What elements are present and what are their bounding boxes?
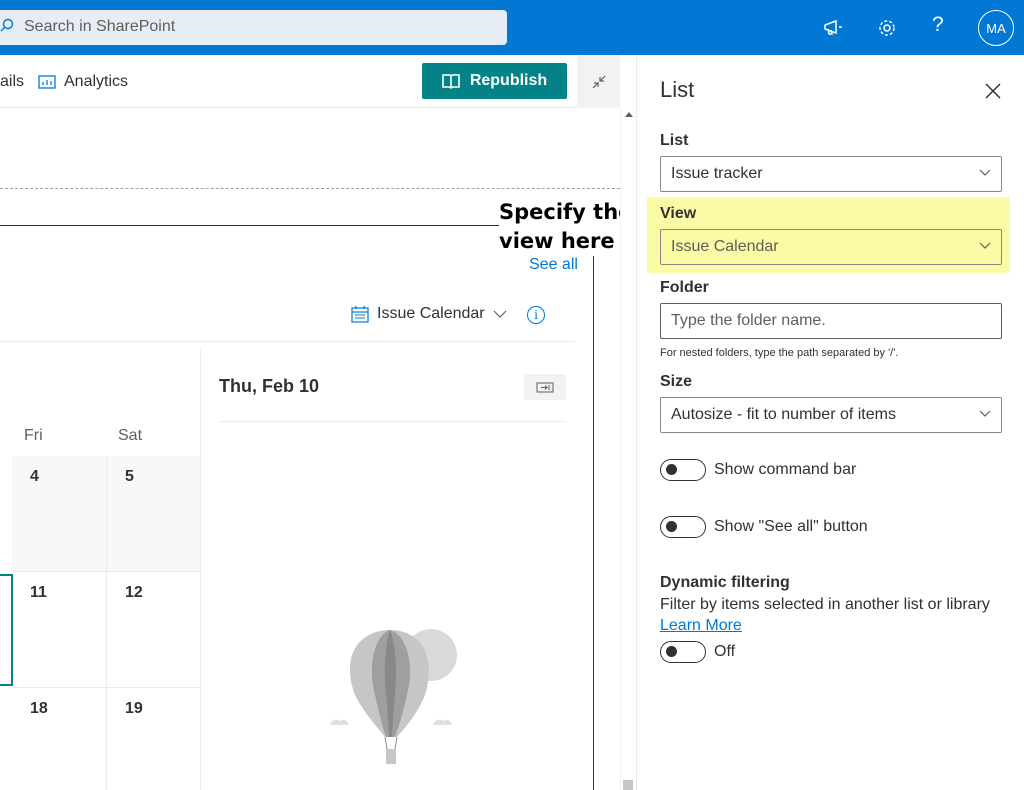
avatar[interactable]: MA <box>978 10 1014 46</box>
list-field-label: List <box>660 132 689 149</box>
toggle-knob <box>666 464 677 475</box>
calendar-day-cell[interactable]: 12 <box>107 572 201 688</box>
search-box[interactable]: Search in SharePoint <box>0 10 507 45</box>
calendar-day-cell[interactable]: 19 <box>107 688 201 790</box>
toggle-knob <box>666 646 677 657</box>
show-see-all-toggle[interactable] <box>660 516 706 538</box>
calendar-day-cell[interactable]: 5 <box>107 456 201 572</box>
size-field-label: Size <box>660 373 693 390</box>
search-icon <box>0 18 14 32</box>
help-icon[interactable]: ? <box>932 13 944 37</box>
dynamic-filtering-state: Off <box>714 643 736 660</box>
view-switcher[interactable]: Issue Calendar <box>351 305 507 323</box>
learn-more-link[interactable]: Learn More <box>660 617 742 635</box>
see-all-link[interactable]: See all <box>529 256 578 274</box>
selected-day-highlight <box>0 574 13 686</box>
suite-header: Search in SharePoint ? MA <box>0 0 1024 55</box>
analytics-button[interactable]: Analytics <box>38 73 128 91</box>
view-switcher-label: Issue Calendar <box>377 305 485 322</box>
dynamic-filtering-description: Filter by items selected in another list… <box>660 596 990 613</box>
selected-date-heading: Thu, Feb 10 <box>219 376 320 396</box>
toggle-knob <box>666 521 677 532</box>
republish-button[interactable]: Republish <box>422 63 567 99</box>
chevron-down-icon <box>493 310 507 318</box>
analytics-icon <box>38 75 56 89</box>
collapse-arrows-icon <box>592 75 605 88</box>
section-divider <box>0 188 620 189</box>
list-dropdown[interactable]: Issue tracker <box>660 156 1002 192</box>
expand-detail-button[interactable] <box>524 374 566 400</box>
day-number: 12 <box>125 584 143 601</box>
collapse-pane-button[interactable] <box>577 55 620 108</box>
folder-input[interactable]: Type the folder name. <box>660 303 1002 339</box>
gear-icon[interactable] <box>874 15 900 41</box>
show-command-bar-label: Show command bar <box>714 461 857 478</box>
calendar-detail-separator <box>200 350 201 790</box>
pane-title: List <box>660 77 695 102</box>
page-command-bar: ails Analytics Republish <box>0 55 620 108</box>
day-number: 19 <box>125 700 143 717</box>
book-icon <box>442 74 460 89</box>
panel-open-icon <box>536 382 554 392</box>
folder-input-placeholder: Type the folder name. <box>671 312 826 329</box>
view-dropdown-value: Issue Calendar <box>671 238 779 255</box>
day-number: 18 <box>30 700 48 717</box>
list-dropdown-value: Issue tracker <box>671 165 763 182</box>
republish-label: Republish <box>469 72 548 89</box>
details-button[interactable]: ails <box>0 73 24 91</box>
day-number: 11 <box>30 584 47 601</box>
chevron-down-icon <box>979 410 991 417</box>
size-dropdown-value: Autosize - fit to number of items <box>671 406 896 423</box>
info-icon[interactable]: i <box>527 306 545 324</box>
chevron-down-icon <box>979 169 991 176</box>
day-header-fri: Fri <box>24 427 43 444</box>
property-pane: List List Issue tracker View Issue Calen… <box>636 55 1024 790</box>
day-header-sat: Sat <box>118 427 143 444</box>
dynamic-filtering-title: Dynamic filtering <box>660 574 790 591</box>
analytics-label: Analytics <box>64 73 129 90</box>
size-dropdown[interactable]: Autosize - fit to number of items <box>660 397 1002 433</box>
show-command-bar-toggle[interactable] <box>660 459 706 481</box>
canvas-scrollbar[interactable] <box>620 108 636 790</box>
folder-helper-text: For nested folders, type the path separa… <box>660 347 899 359</box>
close-icon[interactable] <box>983 81 1003 101</box>
view-dropdown[interactable]: Issue Calendar <box>660 229 1002 265</box>
annotation-callout: Specify the view here <box>499 198 635 256</box>
chevron-down-icon <box>979 242 991 249</box>
hot-air-balloon-illustration <box>330 629 457 764</box>
view-field-label: View <box>660 205 697 222</box>
annotation-line-1: Specify the <box>499 200 633 224</box>
calendar-day-cell[interactable]: 18 <box>12 688 107 790</box>
calendar-icon <box>351 305 369 323</box>
day-number: 4 <box>30 468 39 485</box>
scroll-up-arrow[interactable] <box>625 112 633 117</box>
folder-field-label: Folder <box>660 279 709 296</box>
webpart-divider <box>0 341 575 342</box>
day-number: 5 <box>125 468 134 485</box>
calendar-day-cell[interactable]: 4 <box>12 456 107 572</box>
annotation-line-2: view here <box>499 229 615 253</box>
dynamic-filtering-toggle[interactable] <box>660 641 706 663</box>
detail-divider <box>219 421 566 422</box>
megaphone-icon[interactable] <box>820 15 846 41</box>
scroll-thumb[interactable] <box>623 780 633 790</box>
search-placeholder: Search in SharePoint <box>24 18 176 35</box>
show-see-all-label: Show "See all" button <box>714 518 868 535</box>
calendar-day-cell[interactable]: 11 <box>12 572 107 688</box>
